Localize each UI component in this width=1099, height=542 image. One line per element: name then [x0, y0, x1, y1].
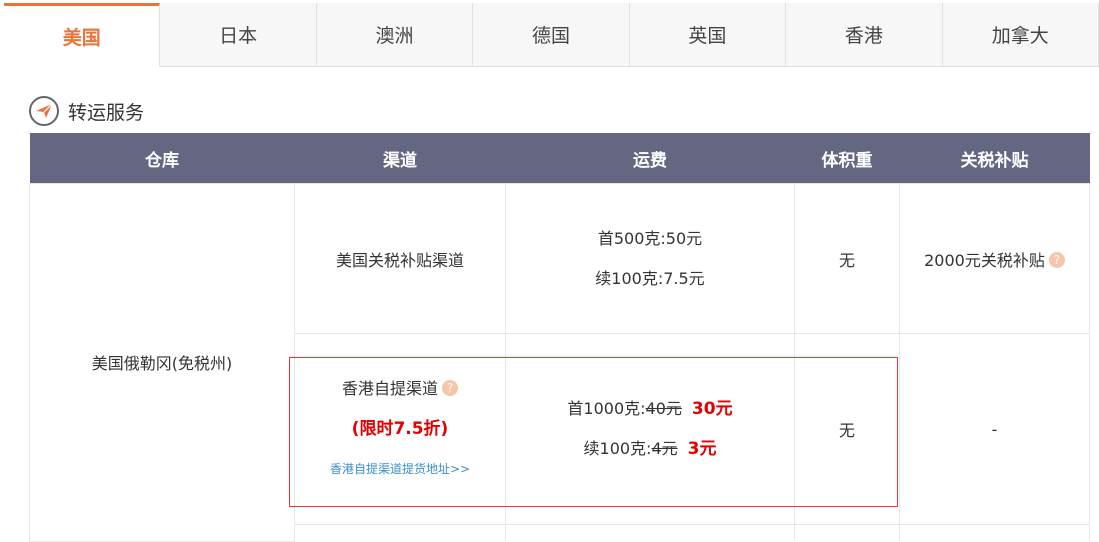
- fee-first-weight: 首500克:50元: [597, 228, 703, 248]
- subsidy-cell: 2000元关税补贴?: [899, 183, 1090, 334]
- fee-first-prefix: 首1000克:: [567, 399, 646, 418]
- fee-cell: 首1000克:40元 30元 续100克:4元 3元: [505, 333, 795, 525]
- tab-germany[interactable]: 德国: [473, 3, 630, 67]
- header-channel: 渠道: [294, 133, 506, 184]
- empty-cell: [294, 524, 506, 541]
- fee-extra-new-price: 3元: [687, 439, 717, 459]
- help-icon[interactable]: ?: [442, 380, 458, 396]
- fee-extra-weight: 续100克:7.5元: [595, 268, 705, 288]
- table-header-row: 仓库 渠道 运费 体积重 关税补贴: [29, 133, 1090, 184]
- subsidy-value: -: [991, 419, 998, 439]
- volume-cell: 无: [794, 183, 900, 334]
- empty-cell: [505, 524, 795, 541]
- header-fee: 运费: [505, 133, 795, 184]
- channel-title-line: 香港自提渠道?: [295, 369, 505, 409]
- fee-extra-weight: 续100克:4元 3元: [506, 429, 794, 469]
- promo-label: (限时7.5折): [351, 419, 449, 439]
- shipping-table: 仓库 渠道 运费 体积重 关税补贴 美国俄勒冈(免税州) 美国关税补贴渠道 首5…: [29, 133, 1090, 542]
- fee-first-weight: 首1000克:40元 30元: [506, 389, 794, 429]
- subsidy-value: 2000元关税补贴: [924, 250, 1045, 270]
- tab-japan[interactable]: 日本: [160, 3, 317, 67]
- paper-plane-icon: [29, 96, 59, 126]
- channel-name: 香港自提渠道: [341, 379, 438, 398]
- empty-cell: [899, 524, 1090, 541]
- subsidy-cell: -: [899, 333, 1090, 525]
- empty-cell: [794, 524, 900, 541]
- table-row: 美国俄勒冈(免税州) 美国关税补贴渠道 首500克:50元 续100克:7.5元…: [29, 183, 1090, 542]
- header-volume-weight: 体积重: [794, 133, 900, 184]
- fee-first-old-price: 40元: [645, 399, 682, 418]
- country-tabs: 美国 日本 澳洲 德国 英国 香港 加拿大: [4, 3, 1099, 67]
- channel-cell: 香港自提渠道? (限时7.5折) 香港自提渠道提货地址>>: [294, 333, 506, 525]
- help-icon[interactable]: ?: [1048, 251, 1065, 268]
- pickup-address-link[interactable]: 香港自提渠道提货地址>>: [295, 449, 505, 489]
- fee-extra-prefix: 续100克:: [583, 439, 652, 458]
- fee-cell: 首500克:50元 续100克:7.5元: [505, 183, 795, 334]
- channel-cell: 美国关税补贴渠道: [294, 183, 506, 334]
- header-warehouse: 仓库: [29, 133, 295, 184]
- header-tax-subsidy: 关税补贴: [899, 133, 1090, 184]
- volume-value: 无: [838, 250, 855, 270]
- tab-uk[interactable]: 英国: [629, 3, 787, 67]
- fee-extra-old-price: 4元: [651, 439, 678, 458]
- tab-usa[interactable]: 美国: [4, 3, 161, 67]
- volume-value: 无: [838, 421, 855, 440]
- warehouse-name: 美国俄勒冈(免税州): [91, 354, 233, 374]
- tab-canada[interactable]: 加拿大: [942, 3, 1099, 67]
- volume-cell: 无: [794, 333, 900, 525]
- section-header: 转运服务: [29, 95, 144, 127]
- fee-first-new-price: 30元: [691, 399, 733, 419]
- tab-hongkong[interactable]: 香港: [786, 3, 943, 67]
- channel-name: 美国关税补贴渠道: [335, 250, 464, 270]
- tab-australia[interactable]: 澳洲: [316, 3, 474, 67]
- warehouse-cell: 美国俄勒冈(免税州): [29, 183, 295, 542]
- section-title: 转运服务: [68, 101, 145, 124]
